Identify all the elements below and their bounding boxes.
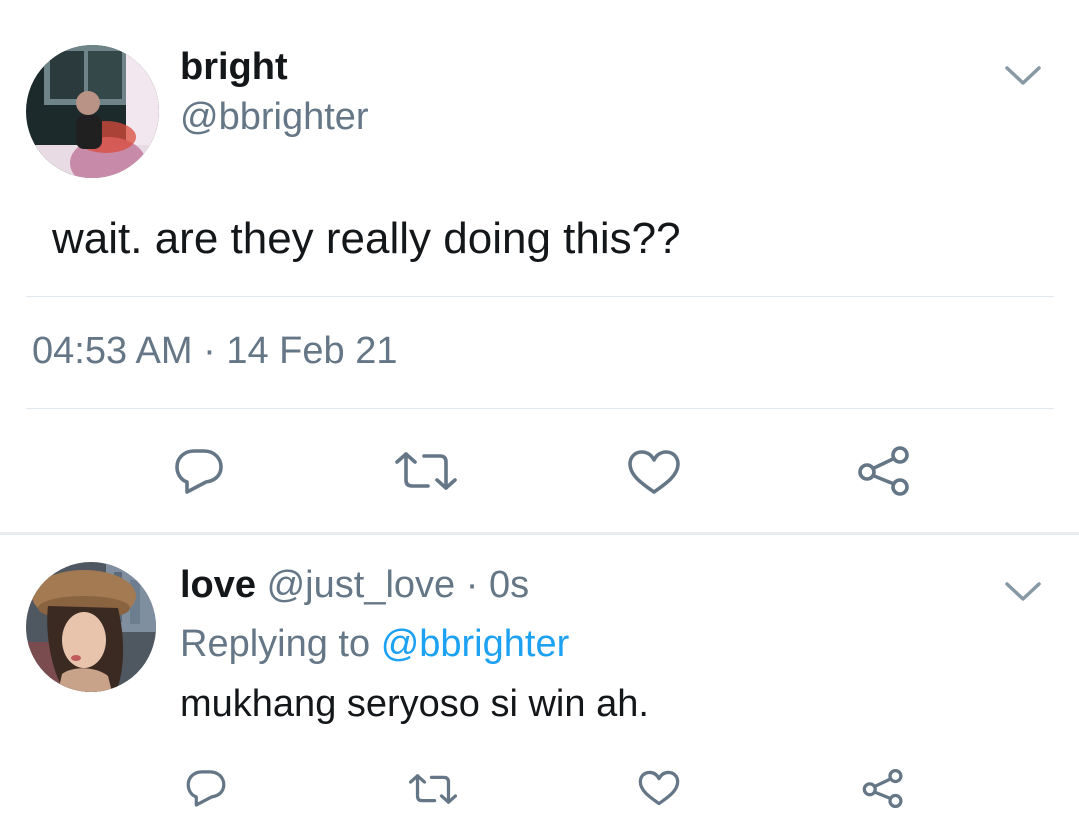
retweet-icon[interactable] [395, 450, 457, 492]
reply-icon[interactable] [173, 447, 225, 495]
replying-to-handle[interactable]: @bbrighter [381, 623, 570, 665]
chevron-down-icon[interactable] [1004, 580, 1042, 604]
tweet-date: 14 Feb 21 [226, 330, 398, 372]
reply-avatar[interactable] [26, 562, 156, 692]
reply-header: love @just_love · 0s [180, 564, 529, 607]
retweet-icon[interactable] [409, 772, 457, 806]
reply-display-name[interactable]: love [180, 564, 256, 606]
replying-to: Replying to @bbrighter [180, 623, 569, 666]
like-icon[interactable] [638, 770, 680, 806]
reply-separator: · [465, 564, 479, 606]
reply-user-handle[interactable]: @just_love [267, 564, 456, 606]
tweet-text: wait. are they really doing this?? [52, 214, 681, 263]
reply-text: mukhang seryoso si win ah. [180, 683, 649, 725]
timestamp-separator: · [203, 330, 216, 372]
display-name[interactable]: bright [180, 46, 288, 89]
chevron-down-icon[interactable] [1004, 64, 1042, 88]
user-handle[interactable]: @bbrighter [180, 96, 369, 139]
tweet-separator [0, 532, 1079, 535]
reply-icon[interactable] [185, 768, 227, 808]
share-icon[interactable] [862, 769, 904, 808]
like-icon[interactable] [627, 449, 681, 495]
divider [26, 296, 1054, 297]
divider [26, 408, 1054, 409]
reply-age: 0s [488, 564, 530, 606]
replying-to-label: Replying to [180, 623, 371, 665]
tweet-time: 04:53 AM [32, 330, 193, 372]
tweet-timestamp: 04:53 AM · 14 Feb 21 [32, 330, 397, 373]
avatar[interactable] [26, 45, 159, 178]
share-icon[interactable] [857, 446, 911, 496]
